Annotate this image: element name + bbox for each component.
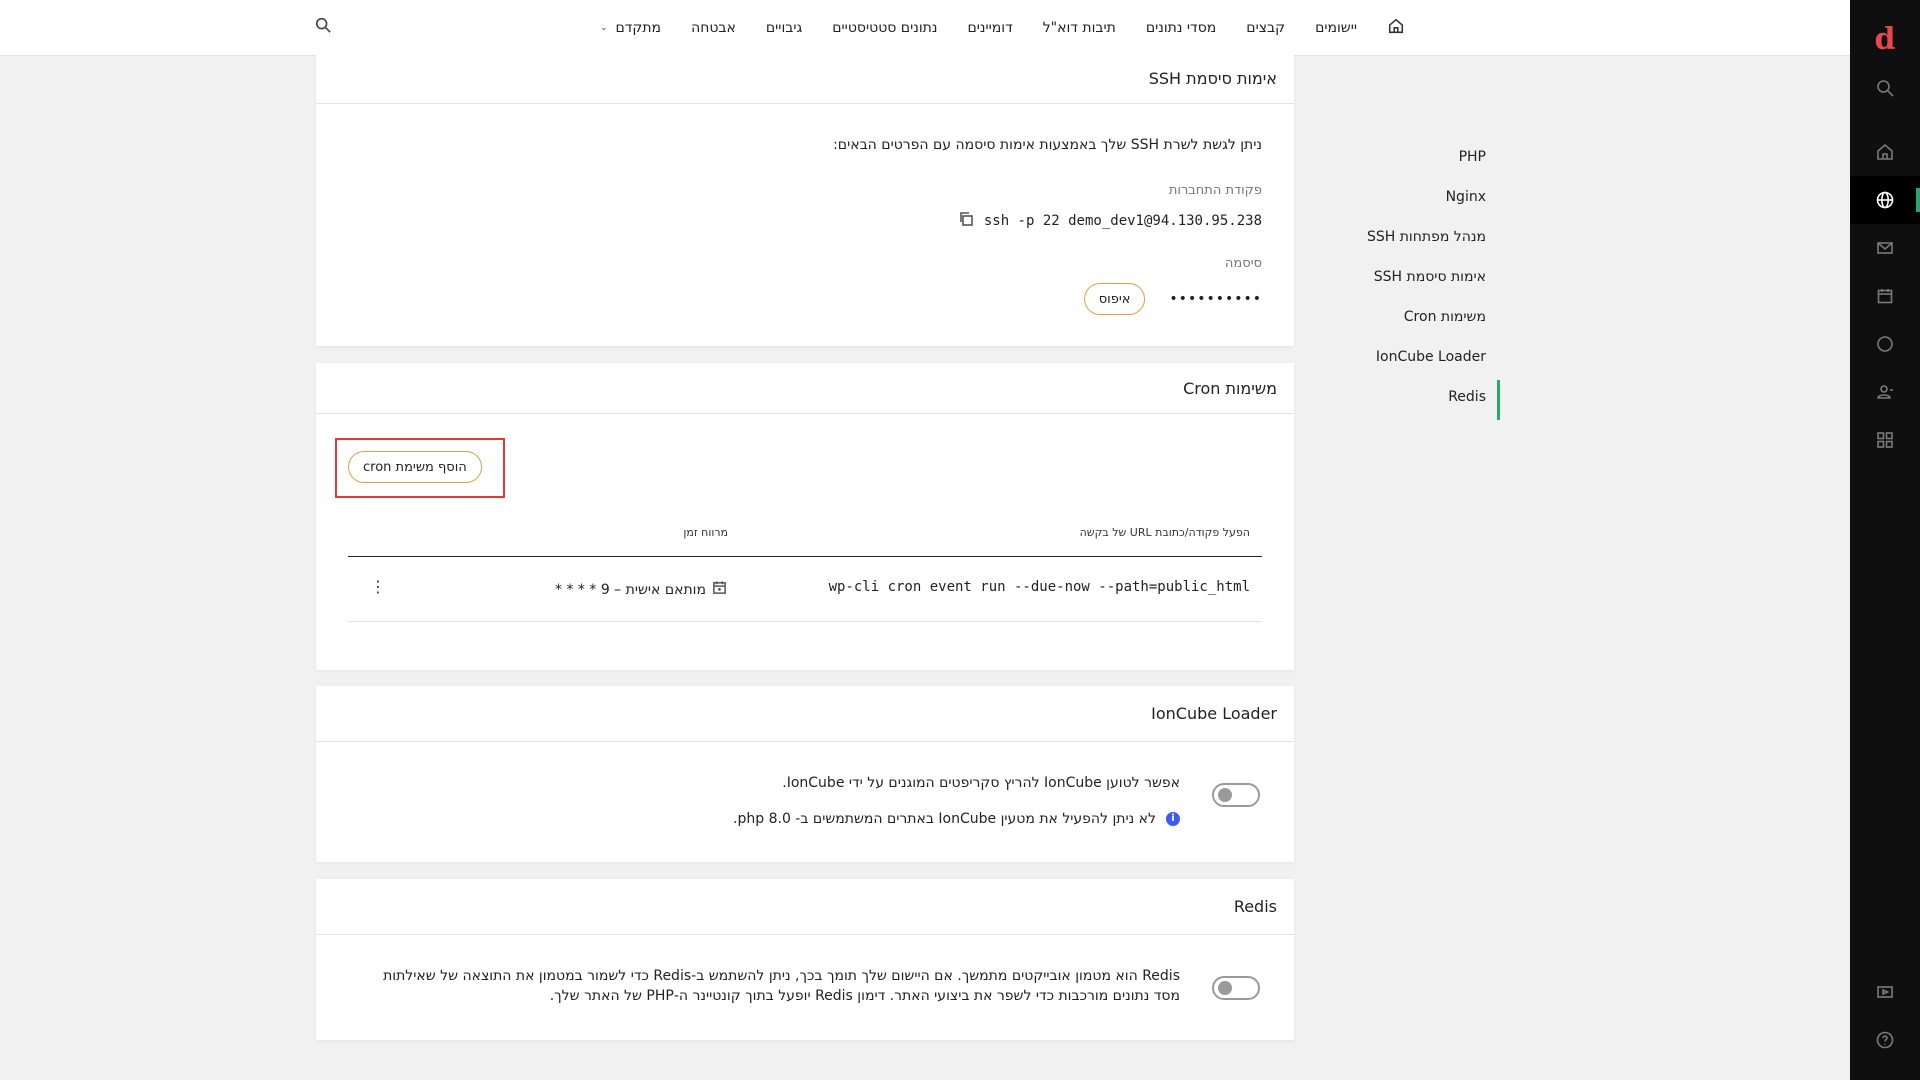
ioncube-card: IonCube Loader אפשר לטוען IonCube להריץ … <box>316 686 1294 862</box>
card-title: IonCube Loader <box>316 686 1294 742</box>
help-icon[interactable] <box>1850 1016 1920 1064</box>
app-rail: d <box>1850 0 1920 1080</box>
nav-label: אבטחה <box>691 20 736 36</box>
redis-card: Redis Redis הוא מטמון אובייקטים מתמשך. א… <box>316 879 1294 1040</box>
home-icon[interactable] <box>1850 128 1920 176</box>
circle-icon[interactable] <box>1850 320 1920 368</box>
card-title: Redis <box>316 879 1294 935</box>
calendar-icon[interactable] <box>1850 272 1920 320</box>
subnav-item-redis[interactable]: Redis <box>1300 380 1500 420</box>
top-bar: יישומים קבצים מסדי נתונים תיבות דוא"ל דו… <box>0 0 1850 57</box>
ioncube-note-text: לא ניתן להפעיל את מטעין IonCube באתרים ה… <box>733 811 1156 827</box>
reset-password-button[interactable]: איפוס <box>1083 283 1146 315</box>
nav-label: תיבות דוא"ל <box>1042 20 1116 36</box>
copy-icon[interactable] <box>958 211 974 231</box>
nav-applications[interactable]: יישומים <box>1300 0 1372 56</box>
card-title: אימות סיסמת SSH <box>316 53 1294 104</box>
subnav-item-ssh-keys[interactable]: מנהל מפתחות SSH <box>1300 220 1500 260</box>
calendar-icon <box>712 580 727 599</box>
nav-label: דומיינים <box>967 20 1013 36</box>
redis-toggle[interactable] <box>1212 976 1260 1000</box>
cron-interval: מותאם אישית – 9 * * * * <box>555 580 727 599</box>
redis-description: Redis הוא מטמון אובייקטים מתמשך. אם הייש… <box>383 968 1180 1004</box>
logo[interactable]: d <box>1850 22 1920 57</box>
cron-command: wp-cli cron event run --due-now --path=p… <box>828 579 1250 595</box>
nav-databases[interactable]: מסדי נתונים <box>1131 0 1231 56</box>
add-cron-button[interactable]: הוסף משימת cron <box>348 451 482 483</box>
subnav-item-php[interactable]: PHP <box>1300 140 1500 180</box>
table-row: wp-cli cron event run --due-now --path=p… <box>348 557 1262 622</box>
nav-label: גיבויים <box>765 20 803 36</box>
nav-label: נתונים סטטיסטיים <box>832 20 938 36</box>
more-vertical-icon[interactable]: ⋮ <box>370 577 386 596</box>
subnav-item-ioncube[interactable]: IonCube Loader <box>1300 340 1500 380</box>
nav-mailboxes[interactable]: תיבות דוא"ל <box>1028 0 1131 56</box>
search-icon[interactable] <box>1850 64 1920 112</box>
subnav-item-ssh-password[interactable]: אימות סיסמת SSH <box>1300 260 1500 300</box>
col-interval-header: מרווח זמן <box>683 526 728 539</box>
search-icon[interactable] <box>314 16 332 38</box>
nav-label: מתקדם <box>615 20 662 36</box>
ioncube-note: i לא ניתן להפעיל את מטעין IonCube באתרים… <box>733 811 1180 827</box>
ssh-command[interactable]: ssh -p 22 demo_dev1@94.130.95.238 <box>984 213 1262 229</box>
mail-icon[interactable] <box>1850 224 1920 272</box>
main-nav: יישומים קבצים מסדי נתונים תיבות דוא"ל דו… <box>585 0 1420 57</box>
nav-label: קבצים <box>1246 20 1286 36</box>
nav-backups[interactable]: גיבויים <box>751 0 817 56</box>
cron-interval-text: מותאם אישית – 9 * * * * <box>555 581 706 598</box>
card-title: משימות Cron <box>316 363 1294 414</box>
nav-label: יישומים <box>1315 20 1357 36</box>
nav-advanced[interactable]: מתקדם ⌄ <box>585 0 676 57</box>
ioncube-description: אפשר לטוען IonCube להריץ סקריפטים המוגני… <box>782 775 1180 791</box>
apps-icon[interactable] <box>1850 416 1920 464</box>
advanced-subnav: PHP Nginx מנהל מפתחות SSH אימות סיסמת SS… <box>1300 140 1500 420</box>
command-label: פקודת התחברות <box>1168 183 1262 198</box>
nav-files[interactable]: קבצים <box>1231 0 1300 56</box>
subnav-item-nginx[interactable]: Nginx <box>1300 180 1500 220</box>
cron-card: משימות Cron הוסף משימת cron הפעל פקודה/כ… <box>316 363 1294 670</box>
globe-icon[interactable] <box>1850 176 1920 224</box>
nav-domains[interactable]: דומיינים <box>952 0 1027 56</box>
col-command-header: הפעל פקודה/כתובת URL של בקשה <box>1079 526 1250 539</box>
ioncube-toggle[interactable] <box>1212 783 1260 807</box>
chevron-down-icon: ⌄ <box>599 23 608 33</box>
video-icon[interactable] <box>1850 968 1920 1016</box>
info-icon: i <box>1166 812 1180 826</box>
subnav-item-cron[interactable]: משימות Cron <box>1300 300 1500 340</box>
nav-security[interactable]: אבטחה <box>676 0 751 56</box>
nav-home[interactable] <box>1372 0 1420 56</box>
nav-statistics[interactable]: נתונים סטטיסטיים <box>817 0 952 56</box>
password-label: סיסמה <box>1224 256 1262 271</box>
users-icon[interactable] <box>1850 368 1920 416</box>
home-icon <box>1387 17 1405 39</box>
password-value: •••••••••• <box>1169 291 1262 307</box>
ssh-password-card: אימות סיסמת SSH ניתן לגשת לשרת SSH שלך ב… <box>316 53 1294 346</box>
nav-label: מסדי נתונים <box>1145 20 1217 36</box>
ssh-description: ניתן לגשת לשרת SSH שלך באמצעות אימות סיס… <box>833 137 1262 153</box>
